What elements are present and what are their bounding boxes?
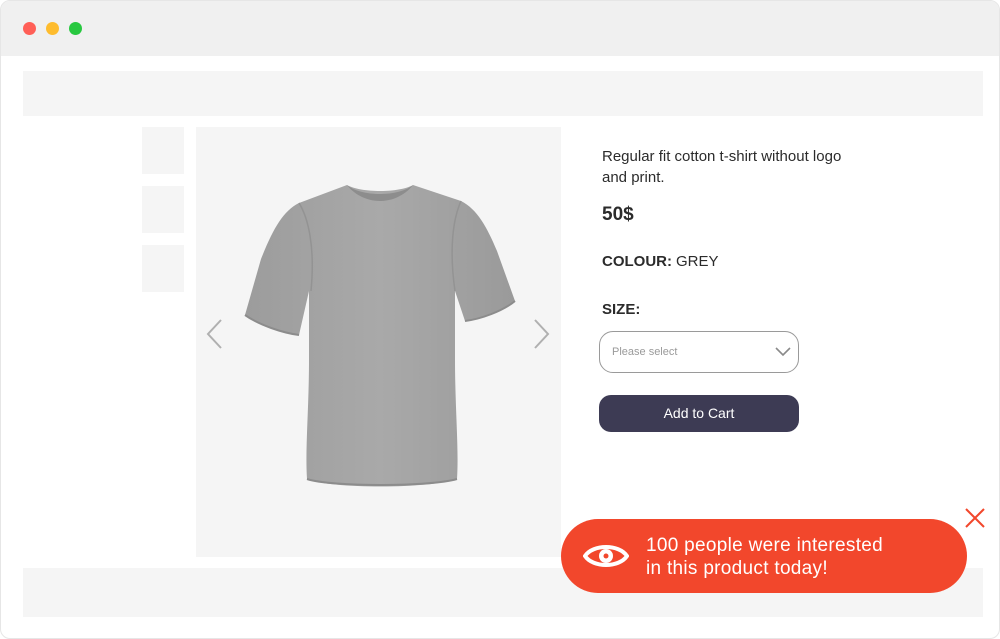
title-bar [1, 1, 999, 56]
product-title: Regular fit cotton t-shirt without logo … [602, 148, 842, 186]
chevron-left-icon[interactable] [203, 317, 227, 351]
maximize-window-button[interactable] [69, 22, 82, 35]
thumbnail-1[interactable] [142, 127, 184, 174]
size-label: SIZE: [602, 301, 641, 318]
browser-window: Regular fit cotton t-shirt without logo … [0, 0, 1000, 639]
chevron-right-icon[interactable] [529, 317, 553, 351]
chevron-down-icon [775, 347, 791, 357]
size-select-placeholder: Please select [612, 346, 678, 358]
notification-text: 100 people were interested in this produ… [646, 534, 946, 580]
tshirt-image [244, 185, 516, 487]
size-select[interactable]: Please select [599, 331, 799, 373]
minimize-window-button[interactable] [46, 22, 59, 35]
close-window-button[interactable] [23, 22, 36, 35]
add-to-cart-button[interactable]: Add to Cart [599, 395, 799, 432]
eye-icon [583, 545, 629, 567]
thumbnail-3[interactable] [142, 245, 184, 292]
colour-label: COLOUR: [602, 253, 672, 270]
product-price: 50$ [602, 204, 634, 225]
interest-notification: 100 people were interested in this produ… [561, 519, 967, 593]
notification-line-2: in this product today! [646, 558, 828, 579]
notification-line-1: 100 people were interested [646, 535, 884, 556]
close-icon[interactable] [964, 507, 986, 529]
header-placeholder [23, 71, 983, 116]
thumbnail-2[interactable] [142, 186, 184, 233]
colour-value: GREY [676, 253, 719, 270]
